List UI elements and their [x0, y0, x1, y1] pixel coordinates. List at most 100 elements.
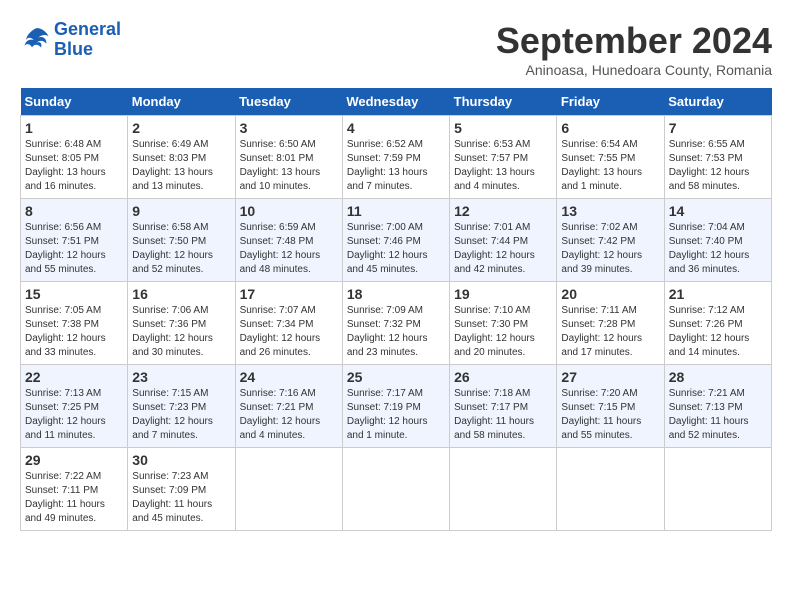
day-cell-11: 11 Sunrise: 7:00 AM Sunset: 7:46 PM Dayli… — [342, 199, 449, 282]
column-header-sunday: Sunday — [21, 88, 128, 116]
day-cell-27: 27 Sunrise: 7:20 AM Sunset: 7:15 PM Dayli… — [557, 365, 664, 448]
day-number: 14 — [669, 203, 767, 219]
empty-cell — [664, 448, 771, 531]
day-number: 15 — [25, 286, 123, 302]
month-title: September 2024 — [496, 20, 772, 62]
day-cell-26: 26 Sunrise: 7:18 AM Sunset: 7:17 PM Dayli… — [450, 365, 557, 448]
day-info: Sunrise: 7:07 AM Sunset: 7:34 PM Dayligh… — [240, 304, 338, 360]
day-info: Sunrise: 7:11 AM Sunset: 7:28 PM Dayligh… — [561, 304, 659, 360]
day-cell-2: 2 Sunrise: 6:49 AM Sunset: 8:03 PM Daylig… — [128, 116, 235, 199]
day-info: Sunrise: 6:56 AM Sunset: 7:51 PM Dayligh… — [25, 221, 123, 277]
day-info: Sunrise: 7:06 AM Sunset: 7:36 PM Dayligh… — [132, 304, 230, 360]
day-info: Sunrise: 6:50 AM Sunset: 8:01 PM Dayligh… — [240, 138, 338, 194]
day-info: Sunrise: 6:58 AM Sunset: 7:50 PM Dayligh… — [132, 221, 230, 277]
week-row-2: 8 Sunrise: 6:56 AM Sunset: 7:51 PM Daylig… — [21, 199, 772, 282]
day-cell-28: 28Sunrise: 7:21 AM Sunset: 7:13 PM Dayli… — [664, 365, 771, 448]
day-cell-1: 1 Sunrise: 6:48 AM Sunset: 8:05 PM Daylig… — [21, 116, 128, 199]
day-info: Sunrise: 6:48 AM Sunset: 8:05 PM Dayligh… — [25, 138, 123, 194]
day-number: 23 — [132, 369, 230, 385]
day-number: 19 — [454, 286, 552, 302]
day-info: Sunrise: 7:15 AM Sunset: 7:23 PM Dayligh… — [132, 387, 230, 443]
day-info: Sunrise: 7:17 AM Sunset: 7:19 PM Dayligh… — [347, 387, 445, 443]
column-header-saturday: Saturday — [664, 88, 771, 116]
day-info: Sunrise: 7:16 AM Sunset: 7:21 PM Dayligh… — [240, 387, 338, 443]
day-info: Sunrise: 7:12 AM Sunset: 7:26 PM Dayligh… — [669, 304, 767, 360]
day-cell-14: 14 Sunrise: 7:04 AM Sunset: 7:40 PM Dayli… — [664, 199, 771, 282]
day-number: 21 — [669, 286, 767, 302]
logo: General Blue — [20, 20, 121, 60]
day-number: 2 — [132, 120, 230, 136]
day-info: Sunrise: 7:02 AM Sunset: 7:42 PM Dayligh… — [561, 221, 659, 277]
column-header-wednesday: Wednesday — [342, 88, 449, 116]
day-cell-25: 25Sunrise: 7:17 AM Sunset: 7:19 PM Dayli… — [342, 365, 449, 448]
day-info: Sunrise: 7:05 AM Sunset: 7:38 PM Dayligh… — [25, 304, 123, 360]
day-info: Sunrise: 7:10 AM Sunset: 7:30 PM Dayligh… — [454, 304, 552, 360]
week-row-3: 15 Sunrise: 7:05 AM Sunset: 7:38 PM Dayli… — [21, 282, 772, 365]
day-number: 3 — [240, 120, 338, 136]
column-header-monday: Monday — [128, 88, 235, 116]
day-info: Sunrise: 7:13 AM Sunset: 7:25 PM Dayligh… — [25, 387, 123, 443]
column-header-thursday: Thursday — [450, 88, 557, 116]
calendar-header-row: SundayMondayTuesdayWednesdayThursdayFrid… — [21, 88, 772, 116]
day-number: 22 — [25, 369, 123, 385]
title-area: September 2024 Aninoasa, Hunedoara Count… — [496, 20, 772, 78]
day-number: 11 — [347, 203, 445, 219]
day-cell-21: 21 Sunrise: 7:12 AM Sunset: 7:26 PM Dayli… — [664, 282, 771, 365]
day-cell-24: 24 Sunrise: 7:16 AM Sunset: 7:21 PM Dayli… — [235, 365, 342, 448]
day-info: Sunrise: 7:21 AM Sunset: 7:13 PM Dayligh… — [669, 387, 767, 443]
day-info: Sunrise: 7:23 AM Sunset: 7:09 PM Dayligh… — [132, 470, 230, 526]
day-number: 13 — [561, 203, 659, 219]
day-number: 27 — [561, 369, 659, 385]
day-number: 24 — [240, 369, 338, 385]
day-number: 8 — [25, 203, 123, 219]
week-row-5: 29Sunrise: 7:22 AM Sunset: 7:11 PM Dayli… — [21, 448, 772, 531]
day-cell-10: 10 Sunrise: 6:59 AM Sunset: 7:48 PM Dayli… — [235, 199, 342, 282]
day-info: Sunrise: 7:18 AM Sunset: 7:17 PM Dayligh… — [454, 387, 552, 443]
day-cell-13: 13 Sunrise: 7:02 AM Sunset: 7:42 PM Dayli… — [557, 199, 664, 282]
day-number: 12 — [454, 203, 552, 219]
day-cell-23: 23 Sunrise: 7:15 AM Sunset: 7:23 PM Dayli… — [128, 365, 235, 448]
day-cell-6: 6 Sunrise: 6:54 AM Sunset: 7:55 PM Daylig… — [557, 116, 664, 199]
day-cell-7: 7 Sunrise: 6:55 AM Sunset: 7:53 PM Daylig… — [664, 116, 771, 199]
day-number: 1 — [25, 120, 123, 136]
empty-cell — [342, 448, 449, 531]
day-number: 26 — [454, 369, 552, 385]
day-info: Sunrise: 6:55 AM Sunset: 7:53 PM Dayligh… — [669, 138, 767, 194]
empty-cell — [557, 448, 664, 531]
day-info: Sunrise: 7:04 AM Sunset: 7:40 PM Dayligh… — [669, 221, 767, 277]
week-row-1: 1 Sunrise: 6:48 AM Sunset: 8:05 PM Daylig… — [21, 116, 772, 199]
week-row-4: 22 Sunrise: 7:13 AM Sunset: 7:25 PM Dayli… — [21, 365, 772, 448]
column-header-tuesday: Tuesday — [235, 88, 342, 116]
day-info: Sunrise: 6:59 AM Sunset: 7:48 PM Dayligh… — [240, 221, 338, 277]
day-cell-8: 8 Sunrise: 6:56 AM Sunset: 7:51 PM Daylig… — [21, 199, 128, 282]
day-cell-9: 9 Sunrise: 6:58 AM Sunset: 7:50 PM Daylig… — [128, 199, 235, 282]
day-cell-29: 29Sunrise: 7:22 AM Sunset: 7:11 PM Dayli… — [21, 448, 128, 531]
day-cell-5: 5Sunrise: 6:53 AM Sunset: 7:57 PM Daylig… — [450, 116, 557, 199]
empty-cell — [235, 448, 342, 531]
day-info: Sunrise: 7:20 AM Sunset: 7:15 PM Dayligh… — [561, 387, 659, 443]
day-cell-15: 15 Sunrise: 7:05 AM Sunset: 7:38 PM Dayli… — [21, 282, 128, 365]
day-cell-4: 4 Sunrise: 6:52 AM Sunset: 7:59 PM Daylig… — [342, 116, 449, 199]
day-number: 20 — [561, 286, 659, 302]
empty-cell — [450, 448, 557, 531]
day-number: 17 — [240, 286, 338, 302]
day-cell-3: 3 Sunrise: 6:50 AM Sunset: 8:01 PM Daylig… — [235, 116, 342, 199]
day-info: Sunrise: 6:49 AM Sunset: 8:03 PM Dayligh… — [132, 138, 230, 194]
day-info: Sunrise: 6:53 AM Sunset: 7:57 PM Dayligh… — [454, 138, 552, 194]
day-cell-22: 22 Sunrise: 7:13 AM Sunset: 7:25 PM Dayli… — [21, 365, 128, 448]
day-number: 6 — [561, 120, 659, 136]
day-cell-20: 20 Sunrise: 7:11 AM Sunset: 7:28 PM Dayli… — [557, 282, 664, 365]
day-number: 7 — [669, 120, 767, 136]
day-info: Sunrise: 7:09 AM Sunset: 7:32 PM Dayligh… — [347, 304, 445, 360]
day-number: 4 — [347, 120, 445, 136]
day-number: 9 — [132, 203, 230, 219]
day-info: Sunrise: 7:01 AM Sunset: 7:44 PM Dayligh… — [454, 221, 552, 277]
day-number: 10 — [240, 203, 338, 219]
day-info: Sunrise: 6:54 AM Sunset: 7:55 PM Dayligh… — [561, 138, 659, 194]
day-number: 16 — [132, 286, 230, 302]
day-cell-30: 30Sunrise: 7:23 AM Sunset: 7:09 PM Dayli… — [128, 448, 235, 531]
day-info: Sunrise: 6:52 AM Sunset: 7:59 PM Dayligh… — [347, 138, 445, 194]
location-subtitle: Aninoasa, Hunedoara County, Romania — [496, 62, 772, 78]
calendar-table: SundayMondayTuesdayWednesdayThursdayFrid… — [20, 88, 772, 531]
day-info: Sunrise: 7:00 AM Sunset: 7:46 PM Dayligh… — [347, 221, 445, 277]
